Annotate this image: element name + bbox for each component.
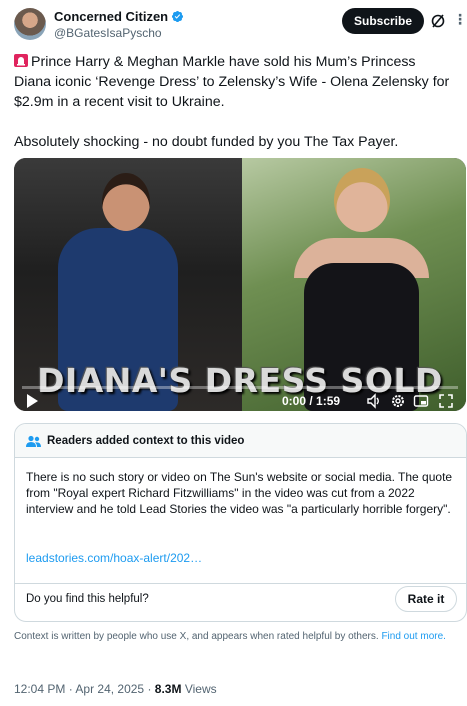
video-figure-right-head <box>334 168 390 232</box>
community-note-disclaimer: Context is written by people who use X, … <box>14 630 454 643</box>
avatar[interactable] <box>14 8 46 40</box>
verified-badge-icon <box>172 10 184 23</box>
video-controls: 0:00 / 1:59 <box>14 380 466 411</box>
meta-separator: · <box>65 682 76 696</box>
community-note-divider <box>15 583 466 584</box>
disclaimer-text: Context is written by people who use X, … <box>14 631 379 642</box>
rate-it-button[interactable]: Rate it <box>395 586 457 612</box>
find-out-more-link[interactable]: Find out more. <box>381 631 445 642</box>
tweet-paragraph-2: Absolutely shocking - no doubt funded by… <box>14 134 399 150</box>
pip-icon[interactable] <box>413 393 429 409</box>
tweet-paragraph-1: Prince Harry & Meghan Markle have sold h… <box>14 52 456 112</box>
views-count: 8.3M <box>154 682 182 696</box>
community-note-title: Readers added context to this video <box>47 435 245 447</box>
community-note-body: There is no such story or video on The S… <box>26 470 453 516</box>
settings-icon[interactable] <box>390 393 406 409</box>
tweet-text: Prince Harry & Meghan Markle have sold h… <box>14 52 456 172</box>
tweet-time[interactable]: 12:04 PM <box>14 682 65 696</box>
tweet-date[interactable]: Apr 24, 2025 <box>75 682 144 696</box>
play-icon[interactable] <box>26 394 38 408</box>
video-time: 0:00 / 1:59 <box>282 394 341 408</box>
volume-icon[interactable] <box>366 393 382 409</box>
views-label: Views <box>184 682 217 696</box>
author-handle[interactable]: @BGatesIsaPyscho <box>54 26 162 40</box>
siren-icon <box>14 54 28 67</box>
meta-separator: · <box>144 682 155 696</box>
grok-icon[interactable] <box>430 13 446 29</box>
video-progress-bar[interactable] <box>22 386 458 389</box>
community-note: Readers added context to this video Ther… <box>14 423 467 622</box>
people-icon <box>26 435 41 447</box>
community-note-link[interactable]: leadstories.com/hoax-alert/202… <box>26 551 202 565</box>
fullscreen-icon[interactable] <box>438 393 454 409</box>
more-icon[interactable]: ⋮ <box>451 11 467 31</box>
subscribe-button[interactable]: Subscribe <box>342 8 424 34</box>
tweet-paragraph-1-text: Prince Harry & Meghan Markle have sold h… <box>14 54 450 110</box>
author-display-name[interactable]: Concerned Citizen <box>54 9 168 24</box>
video-player[interactable]: DIANA'S DRESS SOLD 0:00 / 1:59 <box>14 158 466 411</box>
community-note-header: Readers added context to this video <box>15 424 466 458</box>
tweet-meta: 12:04 PM · Apr 24, 2025 · 8.3M Views <box>14 682 217 696</box>
tweet-header: Concerned Citizen @BGatesIsaPyscho Subsc… <box>14 8 467 42</box>
helpful-question: Do you find this helpful? <box>26 593 149 605</box>
author-name-row: Concerned Citizen <box>54 9 184 24</box>
video-figure-left-head <box>102 173 150 231</box>
